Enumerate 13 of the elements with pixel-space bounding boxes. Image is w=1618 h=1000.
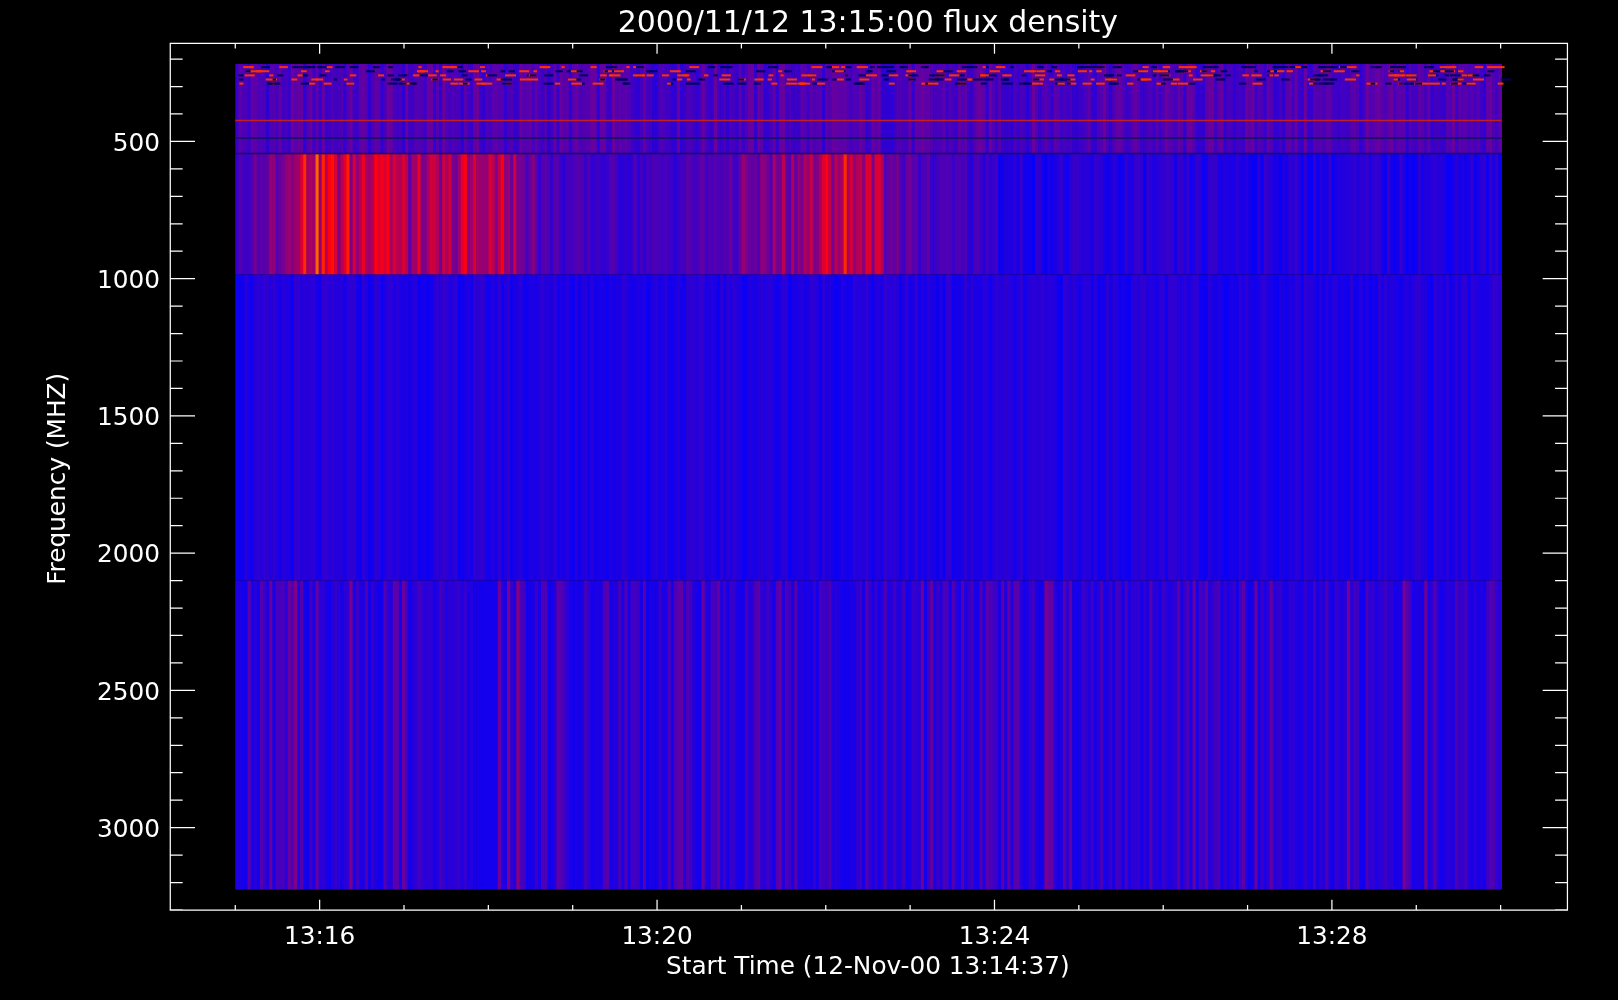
axis-tick-label: 13:20	[621, 921, 693, 951]
y-axis-label: Frequency (MHZ)	[42, 372, 71, 585]
axis-tick-label: 1000	[96, 264, 160, 294]
axis-tick-label: 13:24	[958, 921, 1031, 951]
x-axis-label: Start Time (12-Nov-00 13:14:37)	[666, 951, 1070, 981]
axis-tick-label: 13:28	[1296, 921, 1368, 951]
axis-tick-label: 3000	[96, 813, 160, 843]
axis-tick-label: 2500	[96, 676, 160, 706]
axis-tick-label: 2000	[96, 539, 160, 569]
axis-tick-label: 13:16	[283, 921, 356, 951]
plot-title: 2000/11/12 13:15:00 flux density	[617, 4, 1118, 40]
axis-tick-label: 1500	[96, 402, 160, 432]
axis-tick-label: 500	[112, 127, 160, 157]
